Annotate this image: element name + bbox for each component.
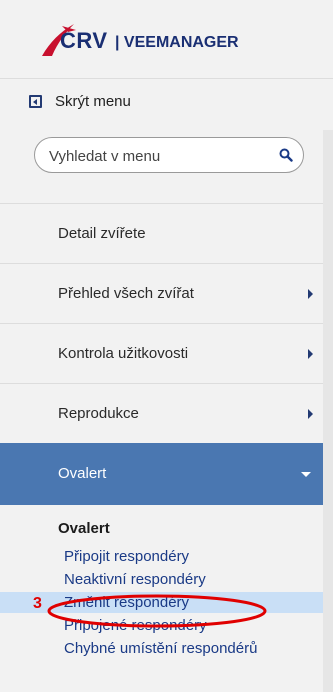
crv-logo[interactable]: CRV | VEEMANAGER xyxy=(38,22,239,58)
menu-item-ovalert[interactable]: Ovalert xyxy=(0,443,323,505)
menu-item-label: Kontrola užitkovosti xyxy=(58,345,189,362)
menu-item-detail-zvirete[interactable]: Detail zvířete xyxy=(0,203,323,263)
submenu-heading: Ovalert xyxy=(58,520,110,537)
menu-item-label: Detail zvířete xyxy=(58,225,146,242)
submenu-item-label: Chybné umístění respondérů xyxy=(64,640,258,657)
submenu-item-neaktivni-respondery[interactable]: Neaktivní respondéry xyxy=(0,569,323,590)
submenu-item-label: Připojit respondéry xyxy=(64,548,190,565)
logo-text: CRV xyxy=(60,28,108,53)
menu-item-kontrola-uzitkovosti[interactable]: Kontrola užitkovosti xyxy=(0,323,323,383)
menu-search xyxy=(34,137,304,174)
hide-menu-label: Skrýt menu xyxy=(55,93,131,110)
hide-menu-toggle[interactable]: Skrýt menu xyxy=(29,93,131,110)
menu-item-reprodukce[interactable]: Reprodukce xyxy=(0,383,323,443)
search-icon[interactable] xyxy=(279,148,293,162)
menu-item-prehled-vsech-zvirat[interactable]: Přehled všech zvířat xyxy=(0,263,323,323)
caret-right-icon xyxy=(308,409,313,419)
submenu-item-chybne-umisteni-responderu[interactable]: Chybné umístění respondérů xyxy=(0,638,323,659)
side-menu: Detail zvířete Přehled všech zvířat Kont… xyxy=(0,203,323,505)
caret-down-icon xyxy=(301,472,311,477)
menu-item-label: Reprodukce xyxy=(58,405,139,422)
collapse-left-icon xyxy=(29,95,42,108)
caret-right-icon xyxy=(308,349,313,359)
submenu-item-pripojit-respondery[interactable]: Připojit respondéry xyxy=(0,546,323,567)
annotation-ellipse xyxy=(47,594,267,628)
scrollbar-track xyxy=(323,130,333,692)
menu-item-label: Přehled všech zvířat xyxy=(58,285,194,302)
search-input[interactable] xyxy=(47,138,271,174)
submenu-item-label: Neaktivní respondéry xyxy=(64,571,206,588)
brand-header: CRV | VEEMANAGER xyxy=(0,0,333,79)
app-name: | VEEMANAGER xyxy=(115,34,239,51)
annotation-number: 3 xyxy=(33,595,42,612)
menu-item-label: Ovalert xyxy=(58,465,107,482)
caret-right-icon xyxy=(308,289,313,299)
